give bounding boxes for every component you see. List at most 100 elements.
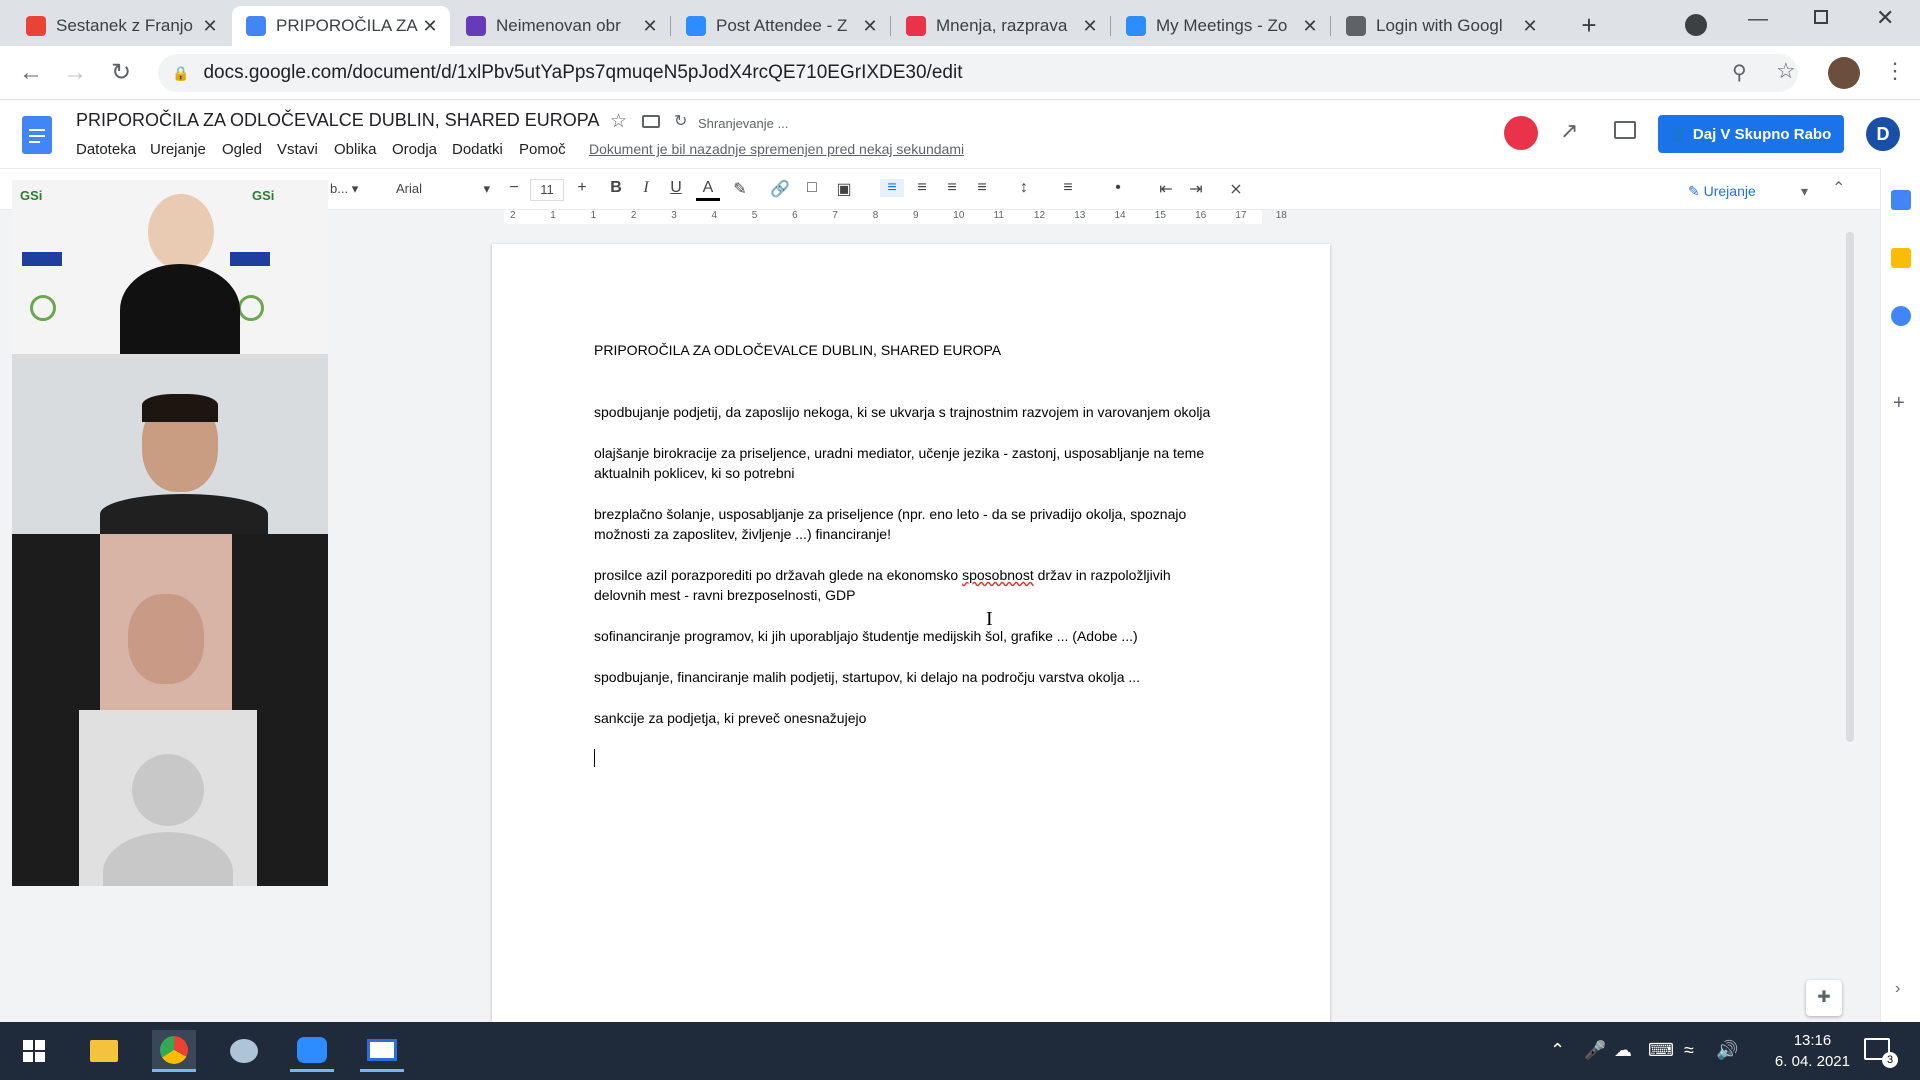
menu-item[interactable]: Ogled [222,141,262,158]
zoom-taskbar-icon[interactable] [290,1030,334,1072]
expand-panel-icon[interactable]: › [1895,980,1900,998]
document-body[interactable]: PRIPOROČILA ZA ODLOČEVALCE DUBLIN, SHARE… [594,340,1224,767]
decrease-indent-icon[interactable]: ⇤ [1154,179,1178,199]
menu-item[interactable]: Datoteka [76,141,136,158]
participant-video-3[interactable] [100,534,232,710]
close-tab-icon[interactable]: ✕ [200,16,220,37]
document-title[interactable]: PRIPOROČILA ZA ODLOČEVALCE DUBLIN, SHARE… [76,110,599,131]
last-edit-link[interactable]: Dokument je bil nazadnje spremenjen pred… [589,141,964,157]
text-color-button[interactable]: A [696,179,720,201]
close-tab-icon[interactable]: ✕ [1520,16,1540,37]
insert-image-icon[interactable]: ▣ [832,179,856,199]
windows-start-icon[interactable] [12,1030,56,1072]
share-button[interactable]: 👤 Daj V Skupno Rabo [1658,115,1844,153]
scrollbar[interactable] [1846,232,1854,742]
close-tab-icon[interactable]: ✕ [640,16,660,37]
menu-item[interactable]: Oblika [334,141,377,158]
increase-font-size-button[interactable]: + [570,179,594,197]
bookmark-star-icon[interactable]: ☆ [1776,58,1796,84]
minimize-button[interactable]: — [1748,8,1768,31]
tasks-icon[interactable] [1891,306,1911,326]
style-select[interactable]: b... ▾ [330,181,358,197]
close-tab-icon[interactable]: ✕ [1080,16,1100,37]
clear-formatting-icon[interactable]: ⨯ [1224,179,1248,199]
decrease-font-size-button[interactable]: − [502,179,526,197]
browser-tab[interactable]: Mnenja, razprava ✕ [892,6,1110,46]
justify-icon[interactable]: ≡ [970,179,994,197]
document-paragraph[interactable]: sankcije za podjetja, ki preveč onesnažu… [594,708,1224,728]
wifi-icon[interactable]: ≈ [1684,1040,1694,1061]
tray-chevron-icon[interactable]: ⌃ [1550,1040,1565,1061]
document-heading[interactable]: PRIPOROČILA ZA ODLOČEVALCE DUBLIN, SHARE… [594,340,1224,360]
increase-indent-icon[interactable]: ⇥ [1184,179,1208,199]
profile-avatar[interactable] [1828,57,1860,89]
app-window-icon[interactable] [360,1030,404,1072]
calendar-icon[interactable] [1891,190,1911,210]
browser-tab[interactable]: Neimenovan obr ✕ [452,6,670,46]
insert-link-icon[interactable]: 🔗 [768,179,792,199]
editing-mode-select[interactable]: ✎ Urejanje ▾ [1684,179,1816,203]
bulleted-list-icon[interactable]: • [1106,179,1130,197]
menu-item[interactable]: Vstavi [277,141,318,158]
restore-button[interactable] [1814,10,1828,24]
onedrive-cloud-icon[interactable]: ☁ [1614,1040,1632,1061]
language-icon[interactable]: ⌨ [1648,1040,1674,1061]
chrome-icon[interactable] [152,1030,196,1072]
menu-item[interactable]: Pomoč [519,141,566,158]
underline-button[interactable]: U [664,179,688,197]
tab-search-icon[interactable] [1685,14,1707,36]
document-paragraph[interactable]: prosilce azil porazporediti po državah g… [594,565,1224,605]
document-paragraph[interactable]: sofinanciranje programov, ki jih uporabl… [594,626,1224,646]
activity-trend-icon[interactable]: ↗ [1560,118,1578,144]
add-ons-plus-icon[interactable]: + [1893,392,1905,415]
close-tab-icon[interactable]: ✕ [860,16,880,37]
numbered-list-icon[interactable]: ≡ [1056,179,1080,197]
font-size-input[interactable]: 11 [530,179,564,201]
address-bar[interactable]: 🔒 docs.google.com/document/d/1xlPbv5utYa… [158,54,1798,92]
browser-tab[interactable]: Sestanek z Franjo ✕ [12,6,230,46]
browser-menu-icon[interactable]: ⋮ [1884,58,1906,84]
document-paragraph[interactable]: brezplačno šolanje, usposabljanje za pri… [594,504,1224,544]
docs-logo-icon[interactable] [22,116,52,154]
menu-item[interactable]: Dodatki [452,141,503,158]
explore-button[interactable]: ✚ [1806,980,1842,1016]
document-paragraph[interactable]: spodbujanje, financiranje malih podjetij… [594,667,1224,687]
forward-icon[interactable]: → [60,58,90,88]
ruler[interactable]: 2 1 1 2 3 4 5 6 7 8 9 10 11 12 13 14 15 16 17 18 [330,210,1860,224]
zoom-icon[interactable]: ⚲ [1732,60,1747,85]
align-center-icon[interactable]: ≡ [910,179,934,197]
collapse-toolbar-icon[interactable]: ⌃ [1832,178,1845,198]
align-left-icon[interactable]: ≡ [880,179,904,197]
reload-icon[interactable]: ↻ [106,58,136,88]
browser-tab[interactable]: Post Attendee - Z ✕ [672,6,890,46]
bold-button[interactable]: B [604,179,628,197]
document-paragraph[interactable]: spodbujanje podjetij, da zaposlijo nekog… [594,402,1224,422]
browser-tab[interactable]: Login with Googl ✕ [1332,6,1550,46]
line-spacing-icon[interactable]: ↕ [1012,179,1036,197]
menu-item[interactable]: Urejanje [150,141,206,158]
participant-video-presenter[interactable]: GSi GSi [12,180,328,354]
file-explorer-icon[interactable] [82,1030,126,1072]
close-window-button[interactable]: ✕ [1876,5,1894,31]
insert-comment-icon[interactable]: □ [800,179,824,197]
volume-icon[interactable]: 🔊 [1716,1040,1738,1061]
browser-tab[interactable]: My Meetings - Zo ✕ [1112,6,1330,46]
participant-avatar-placeholder[interactable] [79,710,257,886]
back-icon[interactable]: ← [16,58,46,88]
browser-tab[interactable]: PRIPOROČILA ZA ✕ [232,6,450,46]
star-icon[interactable]: ☆ [610,110,627,133]
close-tab-icon[interactable]: ✕ [420,16,440,37]
document-paragraph[interactable]: olajšanje birokracije za priseljence, ur… [594,443,1224,483]
keep-icon[interactable] [1891,248,1911,268]
mentimeter-avatar[interactable] [1504,116,1538,150]
align-right-icon[interactable]: ≡ [940,179,964,197]
menu-item[interactable]: Orodja [392,141,437,158]
move-folder-icon[interactable] [642,115,660,128]
highlight-color-icon[interactable]: ✎ [728,179,752,199]
participant-video-2[interactable] [12,354,328,534]
italic-button[interactable]: I [634,179,658,197]
comments-icon[interactable] [1614,121,1636,139]
system-clock[interactable]: 13:16 6. 04. 2021 [1775,1030,1850,1072]
spelling-error[interactable]: sposobnost [962,567,1034,583]
paint-icon[interactable] [222,1030,266,1072]
